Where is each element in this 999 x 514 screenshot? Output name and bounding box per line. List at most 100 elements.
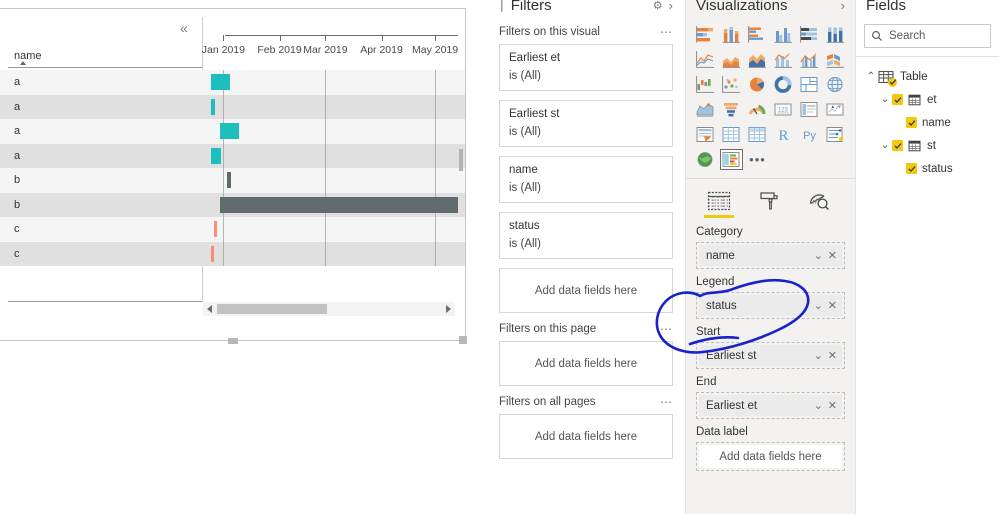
gantt-bar[interactable]	[210, 74, 230, 90]
field-checkbox[interactable]	[906, 117, 917, 128]
well-field-pill[interactable]: Earliest st ⌄ ✕	[699, 345, 842, 366]
line-chart-icon[interactable]	[694, 49, 717, 70]
settings-gear-icon[interactable]: ⚙	[653, 0, 663, 12]
well-dropzone[interactable]: Earliest et ⌄ ✕	[696, 392, 845, 419]
well-field-pill[interactable]: status ⌄ ✕	[699, 295, 842, 316]
gantt-bar[interactable]	[210, 147, 221, 164]
multi-row-card-icon[interactable]	[798, 99, 821, 120]
r-script-visual-icon[interactable]: R	[772, 124, 795, 145]
python-visual-icon[interactable]: Py	[798, 124, 821, 145]
clustered-column-chart-icon[interactable]	[772, 24, 795, 45]
chevron-down-icon[interactable]: ⌄	[814, 399, 823, 412]
field-tree-item[interactable]: ⌄ et	[864, 88, 999, 111]
card-icon[interactable]: 123	[772, 99, 795, 120]
arcgis-map-icon[interactable]	[694, 149, 717, 170]
caret-up-icon[interactable]: ⌃	[864, 71, 878, 82]
waterfall-chart-icon[interactable]	[694, 74, 717, 95]
field-tree-item[interactable]: ⌄ st	[864, 134, 999, 157]
remove-field-x-icon[interactable]: ✕	[828, 249, 837, 262]
chevron-right-icon[interactable]: ›	[841, 0, 845, 13]
chevron-down-icon[interactable]: ⌄	[814, 349, 823, 362]
key-influencers-icon[interactable]	[824, 124, 847, 145]
donut-chart-icon[interactable]	[772, 74, 795, 95]
scatter-chart-icon[interactable]	[720, 74, 743, 95]
scroll-right-arrow[interactable]	[446, 305, 451, 313]
field-tree-item[interactable]: ⌃ Table	[864, 65, 999, 88]
format-tab[interactable]	[754, 187, 784, 215]
more-options-ellipsis[interactable]: ⋯	[660, 395, 673, 409]
field-checkbox[interactable]	[906, 163, 917, 174]
clustered-bar-chart-icon[interactable]	[746, 24, 769, 45]
gantt-custom-visual-icon[interactable]	[720, 149, 743, 170]
matrix-icon[interactable]	[746, 124, 769, 145]
filter-card[interactable]: Earliest st is (All)	[499, 100, 673, 147]
chevron-down-icon[interactable]: ⌄	[814, 299, 823, 312]
gantt-bar[interactable]	[219, 123, 239, 139]
gantt-rows[interactable]: aaaabbcc	[0, 70, 465, 284]
ribbon-chart-icon[interactable]	[824, 49, 847, 70]
remove-field-x-icon[interactable]: ✕	[828, 399, 837, 412]
gantt-chart[interactable]: « name Jan 2019 Feb 2019 Mar 2019 Apr 2019 M…	[0, 9, 465, 340]
visualization-pane-tabs[interactable]	[686, 179, 855, 218]
gauge-icon[interactable]	[746, 99, 769, 120]
100-stacked-bar-chart-icon[interactable]	[798, 24, 821, 45]
chevron-right-icon[interactable]: ›	[669, 0, 673, 13]
field-tree-item[interactable]: name	[864, 111, 999, 134]
filter-dropzone[interactable]: Add data fields here	[499, 268, 673, 313]
field-checkbox[interactable]	[892, 94, 903, 105]
area-chart-icon[interactable]	[720, 49, 743, 70]
gantt-row[interactable]: a	[0, 119, 465, 144]
horizontal-scrollbar[interactable]	[203, 302, 455, 316]
caret-down-icon[interactable]: ⌄	[878, 94, 892, 105]
more-visuals-ellipsis[interactable]: •••	[746, 149, 769, 170]
line-and-stacked-column-chart-icon[interactable]	[772, 49, 795, 70]
chevron-down-icon[interactable]: ⌄	[814, 249, 823, 262]
filled-map-icon[interactable]	[694, 99, 717, 120]
gantt-bar[interactable]	[219, 196, 458, 213]
treemap-icon[interactable]	[798, 74, 821, 95]
fields-tree[interactable]: ⌃ Table ⌄ et name ⌄ st status	[856, 57, 999, 180]
filter-card[interactable]: status is (All)	[499, 212, 673, 259]
filter-pin-icon[interactable]: ⎮	[499, 0, 505, 12]
resize-handle-corner[interactable]	[459, 336, 467, 344]
kpi-icon[interactable]: ▲	[824, 99, 847, 120]
field-wells[interactable]: Category name ⌄ ✕ Legend status ⌄ ✕ Start Earlies…	[686, 215, 855, 471]
stacked-area-chart-icon[interactable]	[746, 49, 769, 70]
remove-field-x-icon[interactable]: ✕	[828, 349, 837, 362]
filter-card[interactable]: name is (All)	[499, 156, 673, 203]
remove-field-x-icon[interactable]: ✕	[828, 299, 837, 312]
analytics-tab[interactable]	[804, 187, 834, 215]
slicer-icon[interactable]	[694, 124, 717, 145]
well-dropzone[interactable]: status ⌄ ✕	[696, 292, 845, 319]
stacked-column-chart-icon[interactable]	[720, 24, 743, 45]
visualization-type-gallery[interactable]: 123 ▲ R Py •••	[686, 16, 855, 174]
gantt-row[interactable]: a	[0, 143, 465, 168]
gantt-bar[interactable]	[213, 221, 218, 237]
search-input[interactable]: Search	[864, 24, 991, 48]
field-checkbox[interactable]	[892, 140, 903, 151]
gantt-row[interactable]: b	[0, 192, 465, 217]
chevron-double-left-icon[interactable]: «	[180, 21, 188, 35]
100-stacked-column-chart-icon[interactable]	[824, 24, 847, 45]
gantt-row[interactable]: b	[0, 168, 465, 193]
well-dropzone[interactable]: Earliest st ⌄ ✕	[696, 342, 845, 369]
caret-down-icon[interactable]: ⌄	[878, 140, 892, 151]
horizontal-scrollbar-thumb[interactable]	[217, 304, 327, 314]
well-field-pill[interactable]: Earliest et ⌄ ✕	[699, 395, 842, 416]
field-tree-item[interactable]: status	[864, 157, 999, 180]
fields-tab[interactable]	[704, 187, 734, 218]
report-canvas[interactable]: « name Jan 2019 Feb 2019 Mar 2019 Apr 2019 M…	[0, 0, 487, 514]
table-icon[interactable]	[720, 124, 743, 145]
gantt-bar[interactable]	[210, 245, 215, 262]
funnel-icon[interactable]	[720, 99, 743, 120]
scroll-left-arrow[interactable]	[207, 305, 212, 313]
well-dropzone[interactable]: name ⌄ ✕	[696, 242, 845, 269]
category-column-header[interactable]: name	[14, 50, 42, 62]
gantt-row[interactable]: c	[0, 217, 465, 242]
gantt-bar[interactable]	[210, 98, 215, 115]
gantt-visual-container[interactable]: « name Jan 2019 Feb 2019 Mar 2019 Apr 2019 M…	[0, 8, 466, 341]
well-field-pill[interactable]: name ⌄ ✕	[699, 245, 842, 266]
map-icon[interactable]	[824, 74, 847, 95]
stacked-bar-chart-icon[interactable]	[694, 24, 717, 45]
more-options-ellipsis[interactable]: ⋯	[660, 25, 673, 39]
